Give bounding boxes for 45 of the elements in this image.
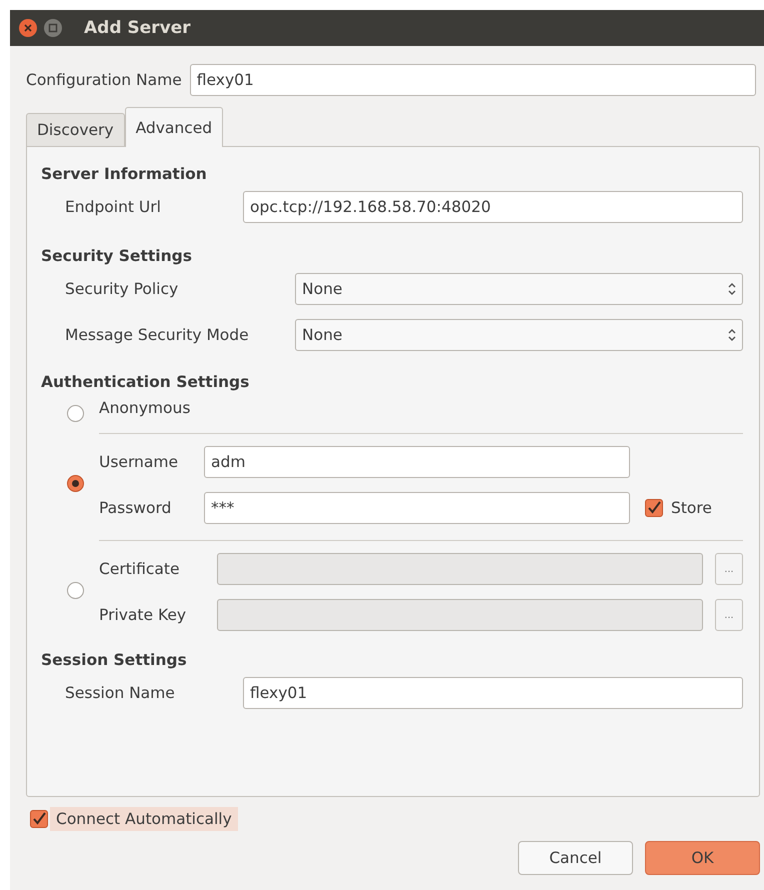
field-label: Username — [99, 453, 180, 471]
checkbox-label: Connect Automatically — [50, 807, 238, 831]
radio-button[interactable] — [67, 404, 84, 422]
field-label: Session Name — [65, 684, 176, 702]
text-field[interactable] — [217, 553, 703, 585]
field-label: Message Security Mode — [65, 326, 250, 344]
field-label: Endpoint Url — [65, 198, 162, 216]
field-label: Security Policy — [65, 280, 180, 298]
up-down-arrows-icon — [728, 328, 736, 342]
text-field[interactable]: flexy01 — [190, 64, 756, 96]
field-label: Certificate — [99, 560, 181, 578]
section-heading: Server Information — [41, 165, 208, 183]
field-label: Private Key — [99, 606, 188, 624]
checkbox-label: Store — [671, 499, 712, 517]
section-heading: Authentication Settings — [41, 373, 250, 391]
radio-button[interactable] — [67, 475, 84, 492]
field-label: Password — [99, 499, 172, 517]
text-field[interactable] — [217, 599, 703, 631]
dropdown[interactable]: None — [295, 273, 743, 305]
checkmark-icon — [32, 812, 46, 826]
window-title: Add Server — [84, 18, 191, 38]
up-down-arrows-icon — [728, 282, 736, 296]
text-field[interactable]: adm — [204, 446, 630, 478]
section-heading: Security Settings — [41, 247, 193, 265]
checkbox[interactable] — [30, 810, 48, 828]
option-label: Anonymous — [99, 399, 192, 417]
browse-button[interactable]: ... — [715, 553, 743, 585]
tab[interactable]: Advanced — [124, 107, 224, 147]
text-field[interactable]: opc.tcp://192.168.58.70:48020 — [243, 191, 743, 223]
dropdown-value: None — [302, 280, 342, 298]
maximize-icon[interactable] — [43, 18, 63, 38]
cancel-button[interactable]: Cancel — [518, 841, 633, 875]
section-heading: Session Settings — [41, 651, 188, 669]
radio-button[interactable] — [67, 582, 84, 599]
text-field[interactable]: *** — [204, 492, 630, 524]
tab[interactable]: Discovery — [26, 113, 125, 146]
text-field[interactable]: flexy01 — [243, 677, 743, 709]
field-label: Configuration Name — [26, 71, 182, 89]
browse-button[interactable]: ... — [715, 599, 743, 631]
close-icon[interactable] — [18, 18, 38, 38]
dropdown[interactable]: None — [295, 319, 743, 351]
checkbox[interactable] — [645, 499, 663, 517]
ok-button[interactable]: OK — [645, 841, 760, 875]
dropdown-value: None — [302, 326, 342, 344]
checkmark-icon — [647, 501, 661, 515]
